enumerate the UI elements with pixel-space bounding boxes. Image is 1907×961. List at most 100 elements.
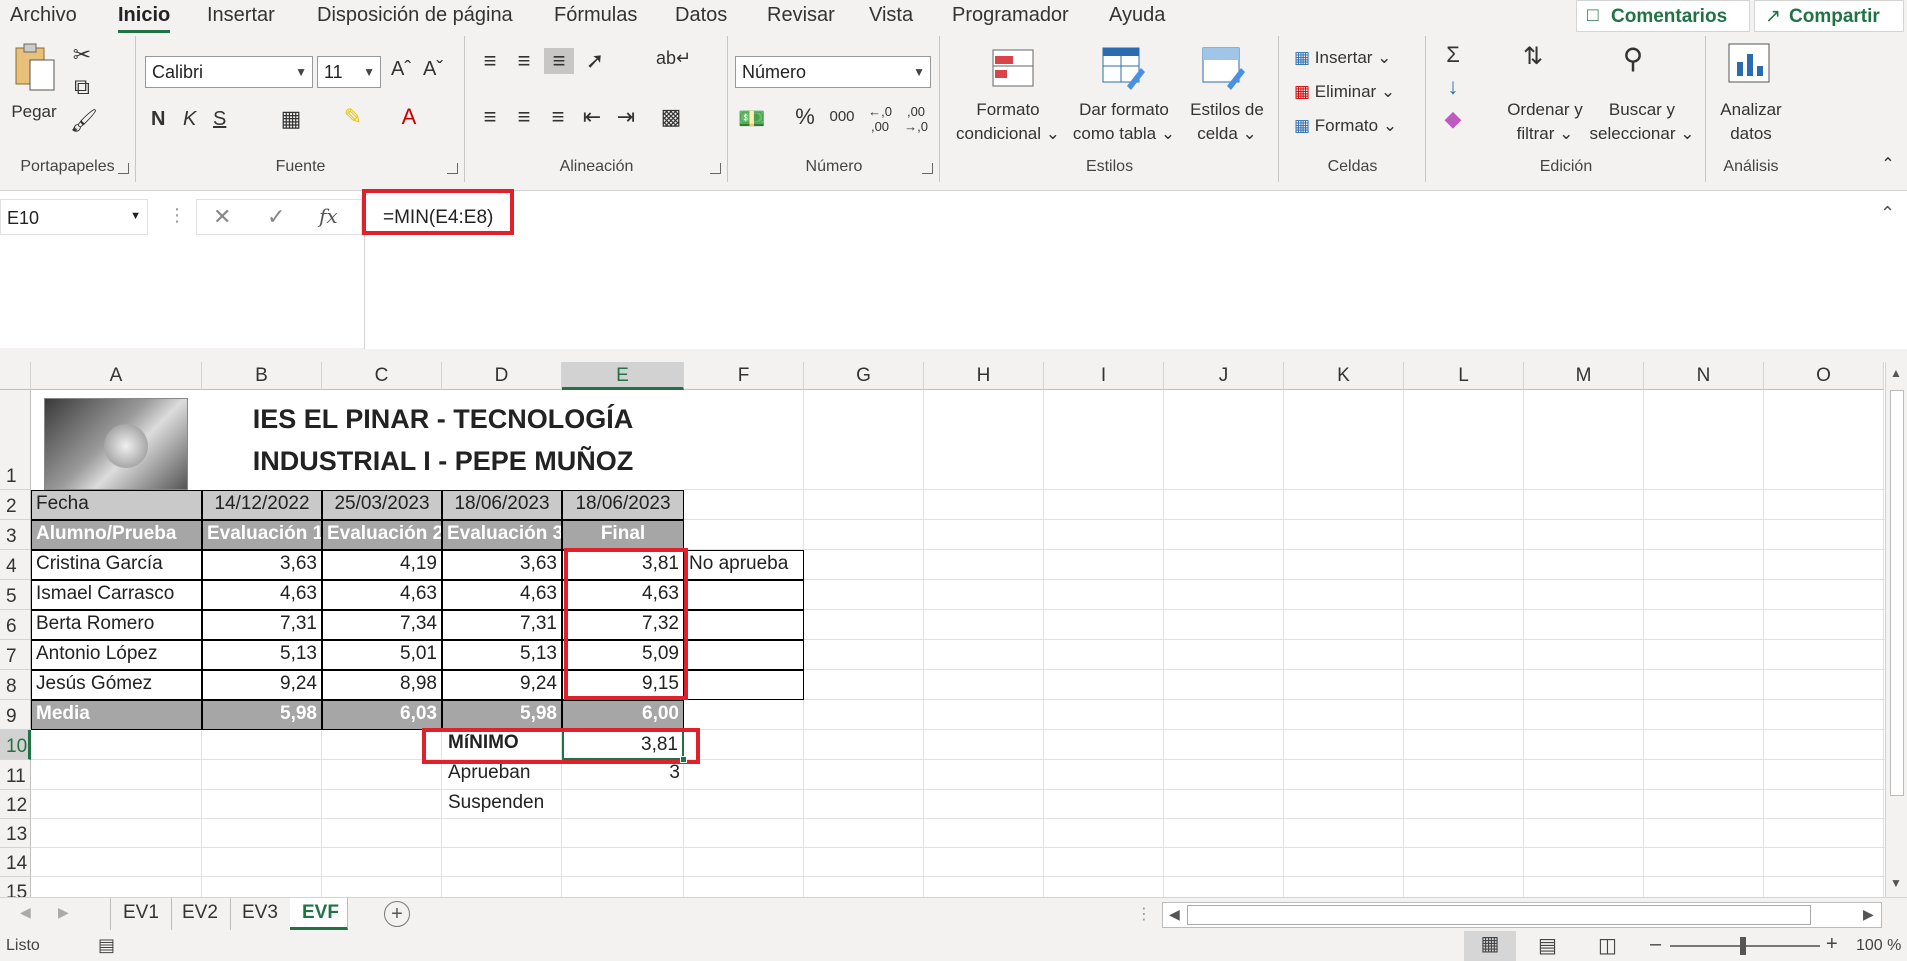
row-header[interactable]: 14 xyxy=(0,848,31,877)
clear-icon[interactable]: ◆ xyxy=(1439,106,1467,132)
align-top-icon[interactable]: ≡ xyxy=(476,48,504,74)
cell-mean-eval2[interactable]: 6,03 xyxy=(322,700,442,730)
cancel-icon[interactable]: ✕ xyxy=(213,204,231,230)
number-format-combo[interactable]: Número ▼ xyxy=(735,56,931,88)
format-as-table-icon[interactable] xyxy=(1101,46,1145,90)
row-header[interactable]: 4 xyxy=(0,550,31,580)
cell-eval1[interactable]: 7,31 xyxy=(202,610,322,640)
percent-icon[interactable]: % xyxy=(791,104,819,130)
find-select-button[interactable]: Buscar y seleccionar ⌄ xyxy=(1587,98,1697,146)
column-header[interactable]: F xyxy=(684,362,804,390)
format-cells-button[interactable]: ▦ Formato ⌄ xyxy=(1294,116,1397,136)
font-name-combo[interactable]: Calibri ▼ xyxy=(145,56,313,88)
comments-button[interactable]: □ Comentarios xyxy=(1576,0,1750,32)
row-header[interactable]: 12 xyxy=(0,790,31,819)
cell-eval2[interactable]: 5,01 xyxy=(322,640,442,670)
page-layout-icon[interactable]: ▤ xyxy=(1538,933,1557,958)
zoom-in-icon[interactable]: + xyxy=(1826,933,1838,956)
font-size-combo[interactable]: 11 ▼ xyxy=(317,56,381,88)
column-header[interactable]: B xyxy=(202,362,322,390)
tab-formulas[interactable]: Fórmulas xyxy=(554,4,637,27)
column-header[interactable]: L xyxy=(1404,362,1524,390)
scroll-left-icon[interactable]: ◀ xyxy=(1169,906,1180,923)
cell-header[interactable]: Evaluación 1 xyxy=(202,520,322,550)
cell-student-name[interactable]: Cristina García xyxy=(31,550,202,580)
row-header[interactable]: 10 xyxy=(0,730,31,760)
orientation-icon[interactable]: ➚ xyxy=(580,48,610,74)
cell-eval1[interactable]: 3,63 xyxy=(202,550,322,580)
cell-date[interactable]: 25/03/2023 xyxy=(322,490,442,520)
zoom-level[interactable]: 100 % xyxy=(1856,937,1901,955)
delete-cells-button[interactable]: ▦ Eliminar ⌄ xyxy=(1294,82,1395,102)
sort-filter-button[interactable]: Ordenar y filtrar ⌄ xyxy=(1495,98,1595,146)
decrease-font-icon[interactable]: Aˇ xyxy=(419,58,447,81)
column-header[interactable]: K xyxy=(1284,362,1404,390)
cell-pass-label[interactable]: Aprueban xyxy=(442,760,562,790)
row-header[interactable]: 8 xyxy=(0,670,31,700)
align-left-icon[interactable]: ≡ xyxy=(476,104,504,130)
clipboard-launcher-icon[interactable] xyxy=(118,163,129,174)
vertical-scrollbar[interactable]: ▲ ▼ xyxy=(1885,362,1907,897)
cell-fail-label[interactable]: Suspenden xyxy=(442,790,562,819)
column-header[interactable]: C xyxy=(322,362,442,390)
cell-student-name[interactable]: Antonio López xyxy=(31,640,202,670)
cell-eval2[interactable]: 8,98 xyxy=(322,670,442,700)
paste-icon[interactable] xyxy=(10,42,60,92)
fill-color-icon[interactable]: ✎ xyxy=(339,104,367,130)
column-header[interactable]: G xyxy=(804,362,924,390)
cell-note[interactable] xyxy=(684,640,804,670)
row-header[interactable]: 6 xyxy=(0,610,31,640)
cell-eval1[interactable]: 9,24 xyxy=(202,670,322,700)
wrap-text-icon[interactable]: ab↵ xyxy=(656,48,691,69)
cell-eval1[interactable]: 5,13 xyxy=(202,640,322,670)
column-header[interactable]: J xyxy=(1164,362,1284,390)
increase-font-icon[interactable]: Aˆ xyxy=(387,58,415,81)
align-middle-icon[interactable]: ≡ xyxy=(510,48,538,74)
add-sheet-icon[interactable]: + xyxy=(384,901,410,927)
formula-input[interactable]: =MIN(E4:E8) xyxy=(364,191,1907,349)
alignment-launcher-icon[interactable] xyxy=(710,163,721,174)
conditional-format-button[interactable]: Formato condicional ⌄ xyxy=(941,98,1075,146)
select-all-corner[interactable] xyxy=(0,362,31,390)
sheet-tab-ev3[interactable]: EV3 xyxy=(230,898,291,930)
align-center-icon[interactable]: ≡ xyxy=(510,104,538,130)
thousands-icon[interactable]: 000 xyxy=(825,108,859,125)
cell-note[interactable] xyxy=(684,610,804,640)
horizontal-scrollbar[interactable]: ◀ ▶ xyxy=(1162,902,1882,928)
vertical-scroll-thumb[interactable] xyxy=(1890,390,1904,796)
expand-formula-icon[interactable]: ⌃ xyxy=(1880,203,1895,224)
tab-revisar[interactable]: Revisar xyxy=(767,4,835,27)
normal-view-icon[interactable]: ▦ xyxy=(1464,931,1516,961)
cell-header[interactable]: Evaluación 3 xyxy=(442,520,562,550)
column-header[interactable]: M xyxy=(1524,362,1644,390)
cell-styles-button[interactable]: Estilos de celda ⌄ xyxy=(1181,98,1273,146)
row-header[interactable]: 7 xyxy=(0,640,31,670)
next-sheet-icon[interactable]: ▶ xyxy=(58,904,69,921)
cell-note[interactable] xyxy=(684,670,804,700)
share-button[interactable]: ↗ Compartir xyxy=(1754,0,1904,32)
currency-icon[interactable]: 💵 xyxy=(737,106,767,132)
italic-button[interactable]: K xyxy=(183,108,196,131)
cell-date[interactable]: 18/06/2023 xyxy=(562,490,684,520)
tab-ayuda[interactable]: Ayuda xyxy=(1109,4,1165,27)
collapse-ribbon-icon[interactable]: ⌃ xyxy=(1878,154,1898,174)
tab-disposicion[interactable]: Disposición de página xyxy=(317,4,513,27)
format-painter-icon[interactable]: 🖌 xyxy=(70,108,98,134)
cut-icon[interactable]: ✂ xyxy=(70,42,94,68)
conditional-format-icon[interactable] xyxy=(991,48,1035,92)
cell-eval1[interactable]: 4,63 xyxy=(202,580,322,610)
search-icon[interactable]: ⚲ xyxy=(1613,42,1653,75)
paste-button[interactable]: Pegar xyxy=(6,100,62,124)
cell-student-name[interactable]: Jesús Gómez xyxy=(31,670,202,700)
insert-cells-button[interactable]: ▦ Insertar ⌄ xyxy=(1294,48,1391,68)
fill-icon[interactable]: ↓ xyxy=(1439,74,1467,100)
increase-decimal-icon[interactable]: ←,0,00 xyxy=(865,104,895,134)
cell-styles-icon[interactable] xyxy=(1201,46,1245,90)
column-header[interactable]: H xyxy=(924,362,1044,390)
cell-mean-label[interactable]: Media xyxy=(31,700,202,730)
decrease-decimal-icon[interactable]: ,00 →,0 xyxy=(901,104,931,134)
scroll-down-icon[interactable]: ▼ xyxy=(1890,876,1902,890)
cell-header-label[interactable]: Alumno/Prueba xyxy=(31,520,202,550)
cell-eval3[interactable]: 5,13 xyxy=(442,640,562,670)
fill-handle[interactable] xyxy=(680,756,687,763)
